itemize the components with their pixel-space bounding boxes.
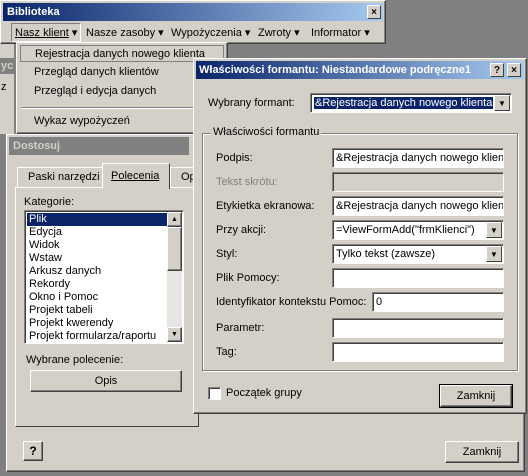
screentip-label: Etykietka ekranowa:	[216, 200, 315, 212]
caption-label: Podpis:	[216, 152, 253, 164]
properties-help-button[interactable]: ?	[490, 63, 504, 77]
chevron-down-icon: ▾	[294, 27, 300, 39]
background-text-fragment: z	[1, 81, 7, 93]
chevron-down-icon: ▾	[158, 27, 164, 39]
style-value: Tylko tekst (zawsze)	[336, 248, 436, 260]
on-action-label: Przy akcji:	[216, 224, 267, 236]
properties-close-action-button[interactable]: Zamknij	[439, 384, 513, 408]
list-item[interactable]: Okno i Pomoc	[27, 291, 167, 304]
menu-nasz-klient[interactable]: Nasz klient ▾	[11, 23, 82, 42]
customize-close-button[interactable]: Zamknij	[445, 441, 519, 463]
list-item[interactable]: Projekt tabeli	[27, 304, 167, 317]
properties-close-button[interactable]: ×	[507, 63, 521, 77]
screentip-field[interactable]: &Rejestracja danych nowego klient	[332, 196, 504, 216]
selected-control-label: Wybrany formant:	[208, 97, 295, 109]
main-window-close-button[interactable]: ×	[367, 5, 381, 19]
properties-title: Właściwości formantu: Niestandardowe pod…	[199, 64, 472, 76]
menu-informator[interactable]: Informator ▾	[308, 24, 373, 42]
opis-button[interactable]: Opis	[30, 370, 182, 392]
selected-control-value: &Rejestracja danych nowego klienta	[314, 97, 494, 109]
help-icon: ?	[29, 444, 37, 458]
background-window: yc z	[0, 44, 14, 134]
help-file-label: Plik Pomocy:	[216, 272, 280, 284]
menubar: Nasz klient ▾ Nasze zasoby ▾ Wypożyczeni…	[3, 23, 383, 43]
close-icon: ×	[371, 6, 377, 18]
parameter-field[interactable]	[332, 318, 504, 338]
shortcut-field	[332, 172, 504, 192]
caption-field[interactable]: &Rejestracja danych nowego klient	[332, 148, 504, 168]
tab-polecenia[interactable]: Polecenia	[102, 163, 170, 189]
help-icon: ?	[493, 64, 501, 76]
parameter-label: Parametr:	[216, 322, 265, 334]
customize-dialog-title: Dostosuj	[13, 140, 61, 152]
customize-dialog-titlebar: Dostosuj	[9, 137, 189, 155]
on-action-select[interactable]: =ViewFormAdd("frmKlienci") ▼	[332, 220, 504, 240]
help-file-field[interactable]	[332, 268, 504, 288]
shortcut-label: Tekst skrótu:	[216, 176, 278, 188]
begin-group-label: Początek grupy	[226, 387, 302, 399]
close-icon: ×	[511, 64, 517, 76]
chevron-down-icon: ▾	[364, 27, 370, 39]
list-item[interactable]: Projekt kwerendy	[27, 317, 167, 330]
list-item[interactable]: Arkusz danych	[27, 265, 167, 278]
tab-paski-narzedzi[interactable]: Paski narzędzi	[17, 167, 103, 187]
list-item[interactable]: Projekt formularza/raportu	[27, 330, 167, 343]
chevron-down-icon: ▾	[244, 27, 251, 39]
properties-titlebar: Właściwości formantu: Niestandardowe pod…	[196, 61, 524, 79]
main-window-title: Biblioteka	[7, 6, 60, 18]
properties-dialog: Właściwości formantu: Niestandardowe pod…	[193, 58, 527, 414]
main-window: Biblioteka × Nasz klient ▾ Nasze zasoby …	[0, 0, 386, 44]
main-window-titlebar: Biblioteka	[3, 3, 383, 21]
list-item[interactable]: Edycja	[27, 226, 167, 239]
dropdown-arrow-icon[interactable]: ▼	[486, 222, 502, 238]
dropdown-arrow-icon[interactable]: ▼	[494, 95, 510, 111]
list-item[interactable]: Plik	[27, 213, 167, 226]
help-context-field[interactable]: 0	[372, 292, 504, 312]
scroll-up-button[interactable]: ▲	[167, 212, 182, 227]
style-select[interactable]: Tylko tekst (zawsze) ▼	[332, 244, 504, 264]
list-item[interactable]: Rekordy	[27, 278, 167, 291]
help-context-label: Identyfikator kontekstu Pomoc:	[216, 296, 367, 308]
background-titlebar-fragment: yc	[0, 58, 14, 74]
selected-command-label: Wybrane polecenie:	[26, 354, 124, 366]
style-label: Styl:	[216, 248, 238, 260]
begin-group-checkbox[interactable]	[208, 387, 221, 400]
menu-zwroty[interactable]: Zwroty ▾	[255, 24, 303, 42]
tag-field[interactable]	[332, 342, 504, 362]
categories-label: Kategorie:	[24, 196, 75, 208]
categories-scrollbar[interactable]: ▲ ▼	[167, 212, 182, 342]
list-item[interactable]: Widok	[27, 239, 167, 252]
dropdown-arrow-icon[interactable]: ▼	[486, 246, 502, 262]
customize-help-button[interactable]: ?	[23, 441, 43, 461]
categories-list[interactable]: Plik Edycja Widok Wstaw Arkusz danych Re…	[24, 210, 184, 344]
list-item[interactable]: Wstaw	[27, 252, 167, 265]
scroll-thumb[interactable]	[167, 227, 182, 271]
tag-label: Tag:	[216, 346, 237, 358]
scroll-down-button[interactable]: ▼	[167, 327, 182, 342]
menu-wypozyczenia[interactable]: Wypożyczenia ▾	[168, 24, 253, 42]
on-action-value: =ViewFormAdd("frmKlienci")	[336, 224, 475, 236]
chevron-down-icon: ▾	[71, 27, 78, 39]
selected-control-select[interactable]: &Rejestracja danych nowego klienta ▼	[310, 93, 512, 113]
properties-group-title: Właściwości formantu	[211, 126, 322, 138]
menu-nasze-zasoby[interactable]: Nasze zasoby ▾	[83, 24, 167, 42]
categories-list-items: Plik Edycja Widok Wstaw Arkusz danych Re…	[27, 213, 167, 343]
tab-panel: Kategorie: Plik Edycja Widok Wstaw Arkus…	[15, 187, 199, 427]
